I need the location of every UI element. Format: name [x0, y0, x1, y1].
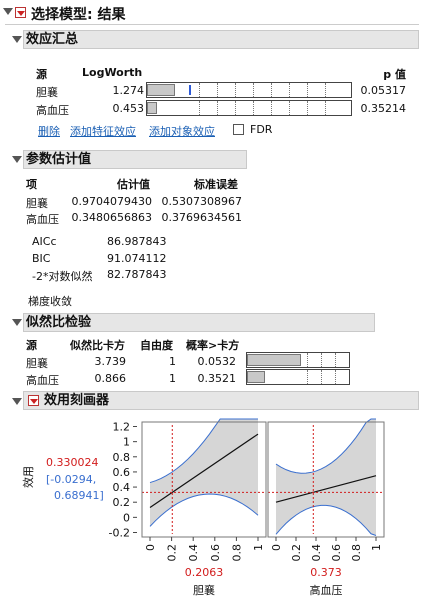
report-title: 选择模型: 结果	[31, 7, 126, 23]
y-tick-label: 0	[123, 511, 130, 524]
collapse-icon[interactable]	[3, 8, 13, 15]
lr-bar-frame	[246, 369, 350, 385]
effect-summary-header[interactable]: 效应汇总	[23, 30, 419, 49]
lr-test-header[interactable]: 似然比检验	[23, 313, 375, 332]
lr-bar	[247, 354, 301, 366]
profiler-chart[interactable]: 1.2 1 0.8 0.6 0.4 0.2 0 -0.2 0 0.2 0.4 0.6 0.8 1 0.206…	[100, 414, 400, 600]
col-stderr: 标准误差	[194, 178, 238, 191]
fdr-label: FDR	[250, 123, 273, 136]
x-tick-label: 0.6	[209, 544, 222, 562]
x-tick-label: 0.2	[290, 544, 303, 562]
ci-lower: [-0.0294,	[46, 473, 97, 486]
logworth-bar-frame	[146, 82, 352, 98]
prob-value: 0.3521	[197, 372, 237, 385]
stat-label: BIC	[32, 252, 51, 265]
factor-name: 高血压	[310, 583, 343, 597]
pvalue: 0.35214	[360, 102, 407, 115]
col-df: 自由度	[140, 339, 173, 352]
col-chisq: 似然比卡方	[70, 339, 125, 352]
col-estimate: 估计值	[117, 178, 150, 191]
lr-test-title: 似然比检验	[26, 315, 92, 330]
current-utility-value: 0.330024	[46, 456, 99, 469]
stat-value: 86.987843	[107, 235, 167, 248]
param-estimates-header[interactable]: 参数估计值	[23, 150, 247, 169]
confidence-band	[150, 418, 258, 527]
term-label: 胆襄	[26, 197, 48, 210]
source-label: 高血压	[26, 374, 59, 387]
source-label: 胆襄	[26, 357, 48, 370]
profiler-title: 效用刻画器	[44, 393, 110, 408]
x-tick-label: 0.6	[330, 544, 343, 562]
lr-bar-frame	[246, 352, 350, 368]
logworth-bar	[147, 102, 157, 114]
confidence-band	[276, 418, 376, 536]
col-prob: 概率>卡方	[186, 339, 240, 352]
stderr-value: 0.5307308967	[161, 195, 242, 208]
logworth-bar-frame	[146, 100, 352, 116]
estimate-value: 0.9704079430	[71, 195, 152, 208]
stat-value: 91.074112	[107, 252, 167, 265]
df-value: 1	[169, 355, 176, 368]
y-tick-label: 0.6	[113, 466, 131, 479]
col-term: 项	[26, 178, 37, 191]
source-label: 胆襄	[36, 86, 58, 99]
stat-value: 82.787843	[107, 268, 167, 281]
y-axis-label: 效用	[22, 466, 35, 488]
col-source: 源	[26, 339, 37, 352]
col-source: 源	[36, 68, 47, 81]
term-label: 高血压	[26, 213, 59, 226]
pvalue: 0.05317	[360, 84, 407, 97]
y-tick-label: 1.2	[113, 421, 131, 434]
convergence-note: 梯度收敛	[28, 295, 72, 308]
red-triangle-menu-icon[interactable]	[28, 395, 39, 406]
chisq-value: 3.739	[94, 355, 127, 368]
x-tick-label: 0.8	[350, 544, 363, 562]
collapse-icon[interactable]	[12, 319, 22, 326]
prob-value: 0.0532	[197, 355, 237, 368]
collapse-icon[interactable]	[12, 156, 22, 163]
factor-current-value: 0.373	[310, 566, 342, 579]
df-value: 1	[169, 372, 176, 385]
stat-label: AICc	[32, 235, 57, 248]
fdr-checkbox[interactable]	[233, 124, 244, 135]
add-subject-effect-link[interactable]: 添加对象效应	[149, 123, 215, 139]
source-label: 高血压	[36, 104, 69, 117]
stat-label: -2*对数似然	[32, 270, 93, 283]
x-tick-label: 0.4	[310, 544, 323, 562]
x-tick-label: 1	[252, 544, 265, 551]
effect-summary-title: 效应汇总	[26, 32, 79, 47]
stderr-value: 0.3769634561	[161, 211, 242, 224]
divider	[5, 24, 419, 25]
x-tick-label: 0.4	[187, 544, 200, 562]
lr-bar	[247, 371, 265, 383]
reference-line	[189, 85, 191, 95]
y-tick-label: 0.2	[113, 496, 131, 509]
y-tick-label: 0.4	[113, 481, 131, 494]
estimate-value: 0.3480656863	[71, 211, 152, 224]
chisq-value: 0.866	[94, 372, 127, 385]
collapse-icon[interactable]	[12, 36, 22, 43]
logworth-value: 0.453	[112, 102, 145, 115]
add-feature-effect-link[interactable]: 添加特征效应	[70, 123, 136, 139]
x-tick-label: 0	[270, 544, 283, 551]
x-tick-label: 0.2	[166, 544, 179, 562]
y-tick-label: 1	[123, 436, 130, 449]
logworth-bar	[147, 84, 175, 96]
ci-upper: 0.68941]	[54, 489, 104, 502]
remove-link[interactable]: 删除	[38, 123, 60, 139]
col-pvalue: p 值	[383, 68, 406, 81]
x-tick-label: 0.8	[230, 544, 243, 562]
factor-name: 胆襄	[193, 583, 215, 597]
x-tick-label: 1	[370, 544, 383, 551]
collapse-icon[interactable]	[12, 398, 22, 405]
red-triangle-menu-icon[interactable]	[15, 7, 26, 18]
factor-current-value: 0.2063	[185, 566, 224, 579]
profiler-header[interactable]: 效用刻画器	[23, 391, 419, 410]
x-tick-label: 0	[144, 544, 157, 551]
col-logworth: LogWorth	[82, 66, 143, 79]
logworth-value: 1.274	[112, 84, 145, 97]
y-tick-label: 0.8	[113, 451, 131, 464]
param-estimates-title: 参数估计值	[26, 152, 92, 167]
y-tick-label: -0.2	[109, 526, 130, 539]
